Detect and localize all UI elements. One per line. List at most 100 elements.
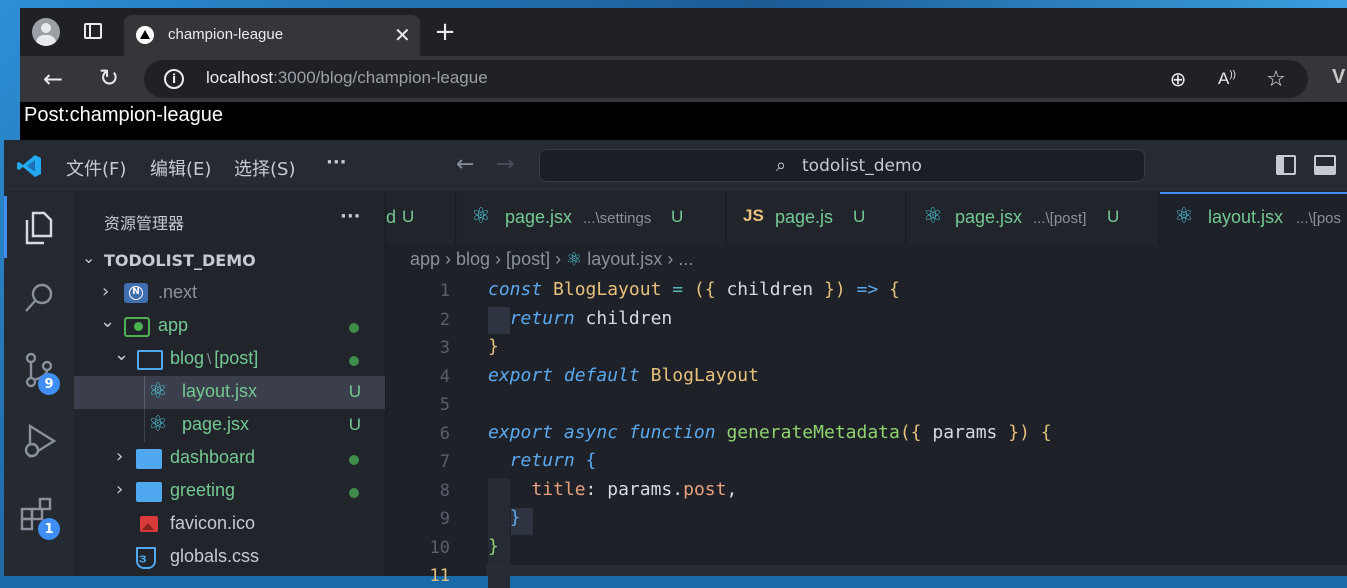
react-icon: ⚛ — [1174, 204, 1194, 229]
tab-status: U — [402, 207, 415, 226]
explorer-files-icon[interactable] — [22, 210, 56, 246]
explorer-sidebar: 资源管理器 ··· ⌄ TODOLIST_DEMO › N .next ⌄ ap… — [74, 192, 386, 576]
react-icon: ⚛ — [923, 204, 943, 229]
tree-item-app[interactable]: ⌄ app — [74, 310, 385, 343]
tab-status: U — [1107, 207, 1120, 226]
vscode-logo-icon — [16, 153, 42, 179]
menu-edit[interactable]: 编辑(E) — [150, 155, 211, 181]
editor-tab-active[interactable]: ⚛ layout.jsx ...\[pos — [1160, 192, 1347, 244]
browser-tab-bar: champion-league ✕ + — [20, 8, 1347, 56]
code-line-7[interactable]: return { — [488, 450, 597, 471]
code-line-2[interactable]: return children — [488, 308, 673, 329]
url-text: localhost:3000/blog/champion-league — [206, 68, 488, 88]
code-token: } — [509, 507, 521, 528]
new-tab-icon[interactable]: + — [430, 17, 460, 47]
read-aloud-icon[interactable]: A)) — [1218, 69, 1236, 89]
tree-item-page-jsx[interactable]: ⚛ page.jsx U — [74, 409, 385, 442]
code-token: generateMetadata — [715, 422, 900, 443]
line-number: 5 — [439, 395, 450, 415]
close-tab-icon[interactable]: ✕ — [394, 23, 411, 47]
profile-avatar-icon[interactable] — [32, 18, 60, 46]
tree-item-layout-jsx[interactable]: ⚛ layout.jsx U — [74, 376, 385, 409]
tab-actions-icon[interactable] — [84, 23, 102, 39]
tree-item-globals-css[interactable]: ₃ globals.css — [74, 541, 385, 574]
command-center[interactable]: ⌕ todolist_demo — [539, 149, 1145, 182]
tab-label: page.jsx — [955, 207, 1023, 227]
url-host: localhost — [206, 68, 274, 87]
editor-tab[interactable]: d U — [386, 192, 456, 244]
code-line-9[interactable]: } — [488, 507, 521, 528]
nextjs-favicon-icon — [136, 26, 154, 44]
tree-item-greeting[interactable]: › greeting — [74, 475, 385, 508]
source-control-badge: 9 — [38, 373, 60, 395]
command-center-text: todolist_demo — [802, 156, 922, 176]
code-token: return — [509, 450, 575, 471]
workspace-header[interactable]: ⌄ TODOLIST_DEMO — [74, 246, 385, 274]
tree-item-blog-post[interactable]: ⌄ blog \ [post] — [74, 343, 385, 376]
code-token: { — [1029, 422, 1052, 443]
tree-item-favicon[interactable]: favicon.ico — [74, 508, 385, 541]
code-token: ({ — [899, 422, 933, 443]
breadcrumb-path: app › blog › [post] › — [410, 249, 562, 269]
chevron-right-icon: › — [102, 281, 110, 302]
editor-tab[interactable]: ⚛ page.jsx ...\settings U — [457, 192, 726, 244]
code-line-4[interactable]: export default BlogLayout — [488, 365, 759, 386]
toggle-sidebar-icon[interactable] — [1276, 155, 1296, 175]
app-folder-icon — [124, 317, 150, 337]
code-token: , — [726, 479, 738, 500]
code-token: const — [488, 279, 543, 300]
site-info-icon[interactable]: i — [164, 69, 184, 89]
code-line-1[interactable]: const BlogLayout = ({ children }) => { — [488, 279, 900, 300]
indent-guide — [144, 409, 145, 442]
extension-icon[interactable]: V — [1332, 66, 1345, 89]
extensions-icon[interactable]: 1 — [20, 496, 60, 540]
tree-item-next[interactable]: › N .next — [74, 277, 385, 310]
code-line-6[interactable]: export async function generateMetadata({… — [488, 422, 1052, 443]
chevron-down-icon: ⌄ — [114, 344, 130, 365]
active-indicator — [4, 196, 7, 258]
modified-dot — [349, 488, 359, 498]
menu-selection[interactable]: 选择(S) — [234, 155, 295, 181]
nav-forward-icon[interactable]: → — [496, 152, 514, 177]
nav-back-icon[interactable]: ← — [456, 152, 474, 177]
untracked-badge: U — [348, 415, 361, 434]
code-token: }) — [813, 279, 846, 300]
folder-icon — [136, 482, 162, 502]
editor-tab[interactable]: JS page.js U — [727, 192, 906, 244]
css-file-icon-shape — [136, 547, 156, 569]
source-control-icon[interactable]: 9 — [22, 352, 62, 395]
menu-more[interactable]: ··· — [326, 152, 347, 173]
search-icon[interactable] — [22, 280, 56, 316]
back-arrow-icon[interactable]: ← — [38, 64, 68, 94]
explorer-more-button[interactable]: ··· — [340, 206, 361, 227]
tab-status: U — [671, 207, 684, 226]
code-line-10[interactable]: } — [488, 536, 499, 557]
tab-label: layout.jsx — [1208, 207, 1284, 227]
line-number: 9 — [439, 509, 450, 529]
activity-bar: 9 1 — [4, 192, 74, 576]
code-line-8[interactable]: title: params.post, — [488, 479, 737, 500]
react-icon: ⚛ — [148, 412, 168, 437]
tab-label: d — [386, 207, 397, 227]
explorer-title: 资源管理器 — [104, 214, 185, 233]
tab-description: ...\[pos — [1296, 210, 1342, 227]
code-token: BlogLayout — [553, 279, 662, 300]
browser-tab-active[interactable]: champion-league ✕ — [124, 15, 420, 56]
line-number: 2 — [439, 310, 450, 330]
tree-item-dashboard[interactable]: › dashboard — [74, 442, 385, 475]
run-debug-icon[interactable] — [20, 422, 60, 462]
code-line-3[interactable]: } — [488, 336, 499, 357]
favorite-star-icon[interactable]: ☆ — [1262, 65, 1290, 93]
code-token: . — [672, 479, 684, 500]
toggle-panel-icon[interactable] — [1314, 155, 1336, 175]
menu-file[interactable]: 文件(F) — [66, 155, 126, 181]
tree-label: blog — [170, 348, 205, 368]
tree-label: page.jsx — [182, 414, 250, 434]
zoom-icon[interactable]: ⊕ — [1164, 65, 1192, 93]
tab-label: page.jsx — [505, 207, 573, 227]
reload-icon[interactable]: ↻ — [94, 63, 124, 93]
line-number: 4 — [439, 367, 450, 387]
editor-tab[interactable]: ⚛ page.jsx ...\[post] U — [907, 192, 1159, 244]
breadcrumb[interactable]: app › blog › [post] › ⚛ layout.jsx › ... — [410, 249, 693, 270]
address-bar[interactable]: i localhost:3000/blog/champion-league ⊕ … — [144, 60, 1308, 98]
